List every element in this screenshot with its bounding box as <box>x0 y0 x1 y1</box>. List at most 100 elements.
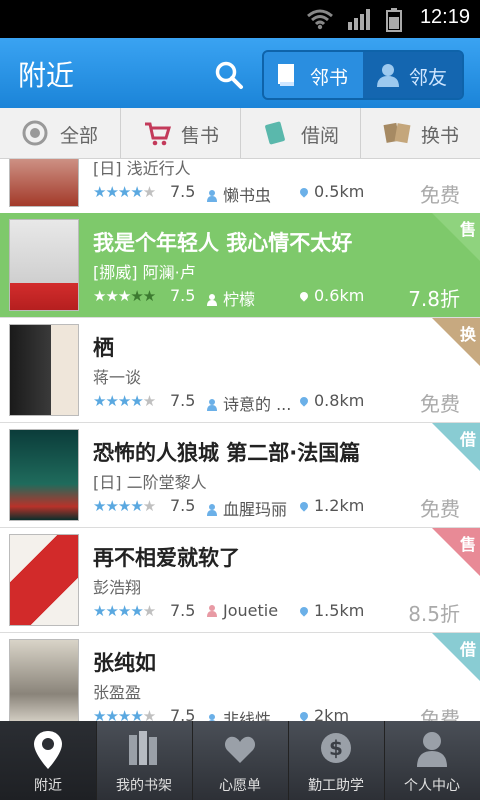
distance: 0.6km <box>298 286 364 305</box>
location-icon <box>298 500 310 512</box>
book-title: 恐怖的人狼城 第二部·法国篇 <box>93 441 361 465</box>
book-cover <box>9 159 79 207</box>
borrow-badge: 借 <box>432 633 480 681</box>
nav-nearby-tab[interactable]: 附近 <box>0 721 97 800</box>
segment-friends-button[interactable]: 邻友 <box>363 52 462 98</box>
signal-icon <box>348 9 370 30</box>
book-author: [挪威] 阿澜·卢 <box>93 263 196 282</box>
price: 7.8折 <box>408 287 460 311</box>
filter-exchange-label: 换书 <box>421 125 460 147</box>
owner-name: 懒书虫 <box>223 186 272 205</box>
list-item[interactable]: [日] 浅近行人 ★★★★★ 7.5 懒书虫 0.5km 免费 <box>0 159 480 214</box>
status-bar: 12:19 <box>0 0 480 38</box>
badge-label: 借 <box>459 430 476 449</box>
nav-profile-tab[interactable]: 个人中心 <box>384 721 480 800</box>
location-pin-icon <box>34 731 62 769</box>
rating-stars: ★★★★★ <box>93 497 156 515</box>
user-icon <box>207 294 217 306</box>
distance-value: 0.5km <box>314 182 365 201</box>
list-item[interactable]: 栖 蒋一谈 ★★★★★ 7.5 诗意的 ... 0.8km 免费 换 <box>0 318 480 423</box>
user-icon <box>207 504 217 516</box>
nav-label: 个人中心 <box>404 778 460 794</box>
book-cover <box>9 639 79 721</box>
search-icon[interactable] <box>214 60 244 90</box>
badge-label: 售 <box>459 220 476 239</box>
distance-value: 1.2km <box>314 496 365 515</box>
book-cover <box>9 429 79 521</box>
owner-name: 柠檬 <box>223 290 256 309</box>
nav-bookshelf-tab[interactable]: 我的书架 <box>96 721 193 800</box>
rating-stars: ★★★★★ <box>93 287 156 305</box>
nav-label: 勤工助学 <box>308 778 364 794</box>
filter-exchange-tab[interactable]: 换书 <box>360 108 480 158</box>
distance-value: 1.5km <box>314 601 365 620</box>
book-title: 张纯如 <box>93 651 156 675</box>
badge-label: 借 <box>459 640 476 659</box>
user-icon <box>208 714 216 721</box>
location-icon <box>298 290 310 302</box>
owner: Jouetie <box>207 601 278 620</box>
filter-all-tab[interactable]: 全部 <box>0 108 120 158</box>
book-author: [日] 浅近行人 <box>93 159 191 178</box>
page-title: 附近 <box>18 59 75 92</box>
book-title: 再不相爱就软了 <box>93 546 240 570</box>
nav-workstudy-tab[interactable]: $ 勤工助学 <box>288 721 385 800</box>
book-cover <box>9 324 79 416</box>
owner: 非线性 <box>207 706 271 721</box>
mode-segmented-control: 邻书 邻友 <box>262 50 464 100</box>
distance: 2km <box>298 706 350 721</box>
nav-label: 我的书架 <box>116 778 172 794</box>
svg-text:$: $ <box>329 736 343 760</box>
book-cover <box>9 219 79 311</box>
user-icon <box>207 605 217 617</box>
distance-value: 2km <box>314 706 350 721</box>
badge-label: 换 <box>459 325 476 344</box>
book-author: [日] 二阶堂黎人 <box>93 473 207 492</box>
wifi-icon <box>307 9 333 30</box>
rating-value: 7.5 <box>170 496 196 515</box>
sale-badge: 售 <box>432 213 480 261</box>
nav-label: 附近 <box>34 778 62 794</box>
filter-sell-tab[interactable]: 售书 <box>120 108 241 158</box>
rating-value: 7.5 <box>170 601 196 620</box>
price: 免费 <box>420 707 460 721</box>
book-cover <box>9 534 79 626</box>
location-icon <box>298 186 310 198</box>
rating-stars: ★★★★★ <box>93 392 156 410</box>
rating-value: 7.5 <box>170 182 196 201</box>
list-item[interactable]: 恐怖的人狼城 第二部·法国篇 [日] 二阶堂黎人 ★★★★★ 7.5 血腥玛丽 … <box>0 423 480 528</box>
rating-value: 7.5 <box>170 286 196 305</box>
distance-value: 0.8km <box>314 391 365 410</box>
list-item[interactable]: 我是个年轻人 我心情不太好 [挪威] 阿澜·卢 ★★★★★ 7.5 柠檬 0.6… <box>0 213 480 318</box>
location-icon <box>298 395 310 407</box>
user-icon <box>207 399 217 411</box>
rating-stars: ★★★★★ <box>93 602 156 620</box>
segment-books-button[interactable]: 邻书 <box>264 52 363 98</box>
book-author: 蒋一谈 <box>93 368 142 387</box>
borrow-badge: 借 <box>432 423 480 471</box>
distance: 1.2km <box>298 496 365 515</box>
bookshelf-icon <box>129 731 157 765</box>
nav-label: 心愿单 <box>219 778 261 794</box>
owner-name: 血腥玛丽 <box>223 500 288 519</box>
rating-stars: ★★★★★ <box>93 183 156 201</box>
list-item[interactable]: 再不相爱就软了 彭浩翔 ★★★★★ 7.5 Jouetie 1.5km 8.5折… <box>0 528 480 633</box>
exchange-books-icon <box>383 122 411 144</box>
nav-wishlist-tab[interactable]: 心愿单 <box>192 721 289 800</box>
filter-sell-label: 售书 <box>181 125 220 147</box>
rating-stars: ★★★★★ <box>93 707 156 721</box>
distance: 0.8km <box>298 391 365 410</box>
location-icon <box>298 710 310 721</box>
price: 8.5折 <box>408 602 460 626</box>
owner-name: 非线性 <box>223 710 272 721</box>
shopping-cart-icon <box>145 122 171 146</box>
price: 免费 <box>420 183 460 207</box>
segment-books-label: 邻书 <box>310 67 349 89</box>
book-list: [日] 浅近行人 ★★★★★ 7.5 懒书虫 0.5km 免费 我是个年轻人 我… <box>0 159 480 721</box>
book-title: 我是个年轻人 我心情不太好 <box>93 231 353 255</box>
list-item[interactable]: 张纯如 张盈盈 ★★★★★ 7.5 非线性 2km 免费 借 <box>0 633 480 721</box>
owner: 诗意的 ... <box>207 391 291 415</box>
user-icon <box>207 190 217 202</box>
all-circle-icon <box>22 120 48 146</box>
filter-borrow-tab[interactable]: 借阅 <box>240 108 361 158</box>
